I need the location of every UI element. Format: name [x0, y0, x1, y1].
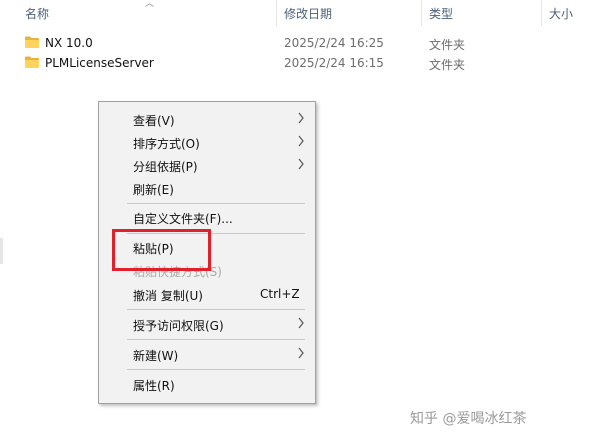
folder-icon — [25, 36, 39, 48]
file-type: 文件夹 — [429, 38, 466, 52]
menu-item-view[interactable]: 查看(V) — [99, 108, 315, 130]
file-modified: 2025/2/24 16:25 — [284, 36, 384, 50]
chevron-right-icon — [298, 158, 304, 170]
chevron-right-icon — [298, 112, 304, 124]
column-type[interactable]: 类型 — [429, 5, 453, 22]
column-divider[interactable] — [421, 0, 422, 26]
file-name: NX 10.0 — [45, 36, 93, 50]
watermark: 知乎 @爱喝冰红茶 — [410, 411, 527, 427]
chevron-right-icon — [298, 135, 304, 147]
menu-item-label: 撤消 复制(U) — [133, 289, 203, 303]
sort-caret-icon: ︿ — [145, 0, 155, 9]
menu-separator — [127, 309, 305, 310]
pane-edge-marker — [0, 238, 3, 264]
menu-separator — [127, 369, 305, 370]
menu-item-shortcut: Ctrl+Z — [260, 287, 300, 301]
menu-item-undo-copy[interactable]: 撤消 复制(U) Ctrl+Z — [99, 283, 315, 305]
file-modified: 2025/2/24 16:15 — [284, 56, 384, 70]
file-type: 文件夹 — [429, 58, 466, 72]
menu-item-give-access[interactable]: 授予访问权限(G) — [99, 313, 315, 335]
column-size[interactable]: 大小 — [549, 5, 573, 22]
column-header: ︿ 名称 修改日期 类型 大小 — [0, 0, 594, 26]
menu-item-label: 分组依据(P) — [133, 160, 198, 174]
column-modified[interactable]: 修改日期 — [284, 5, 332, 22]
chevron-right-icon — [298, 317, 304, 329]
menu-item-label: 授予访问权限(G) — [133, 319, 224, 333]
annotation-highlight-box — [112, 229, 211, 271]
menu-item-sort-by[interactable]: 排序方式(O) — [99, 131, 315, 153]
menu-separator — [127, 203, 305, 204]
menu-item-label: 刷新(E) — [133, 183, 174, 197]
file-row[interactable]: PLMLicenseServer 2025/2/24 16:15 文件夹 — [0, 53, 594, 73]
menu-item-refresh[interactable]: 刷新(E) — [99, 177, 315, 199]
menu-item-properties[interactable]: 属性(R) — [99, 373, 315, 395]
menu-item-label: 查看(V) — [133, 114, 175, 128]
menu-item-label: 新建(W) — [133, 349, 179, 363]
menu-separator — [127, 339, 305, 340]
menu-item-group-by[interactable]: 分组依据(P) — [99, 154, 315, 176]
column-divider[interactable] — [276, 0, 277, 26]
menu-item-label: 属性(R) — [133, 379, 175, 393]
chevron-right-icon — [298, 347, 304, 359]
folder-icon — [25, 56, 39, 68]
menu-item-label: 自定义文件夹(F)... — [133, 212, 233, 226]
column-name[interactable]: 名称 — [25, 5, 49, 22]
column-divider[interactable] — [541, 0, 542, 26]
menu-item-new[interactable]: 新建(W) — [99, 343, 315, 365]
file-name: PLMLicenseServer — [45, 56, 154, 70]
menu-item-label: 排序方式(O) — [133, 137, 200, 151]
file-row[interactable]: NX 10.0 2025/2/24 16:25 文件夹 — [0, 33, 594, 53]
menu-item-customize-folder[interactable]: 自定义文件夹(F)... — [99, 206, 315, 228]
